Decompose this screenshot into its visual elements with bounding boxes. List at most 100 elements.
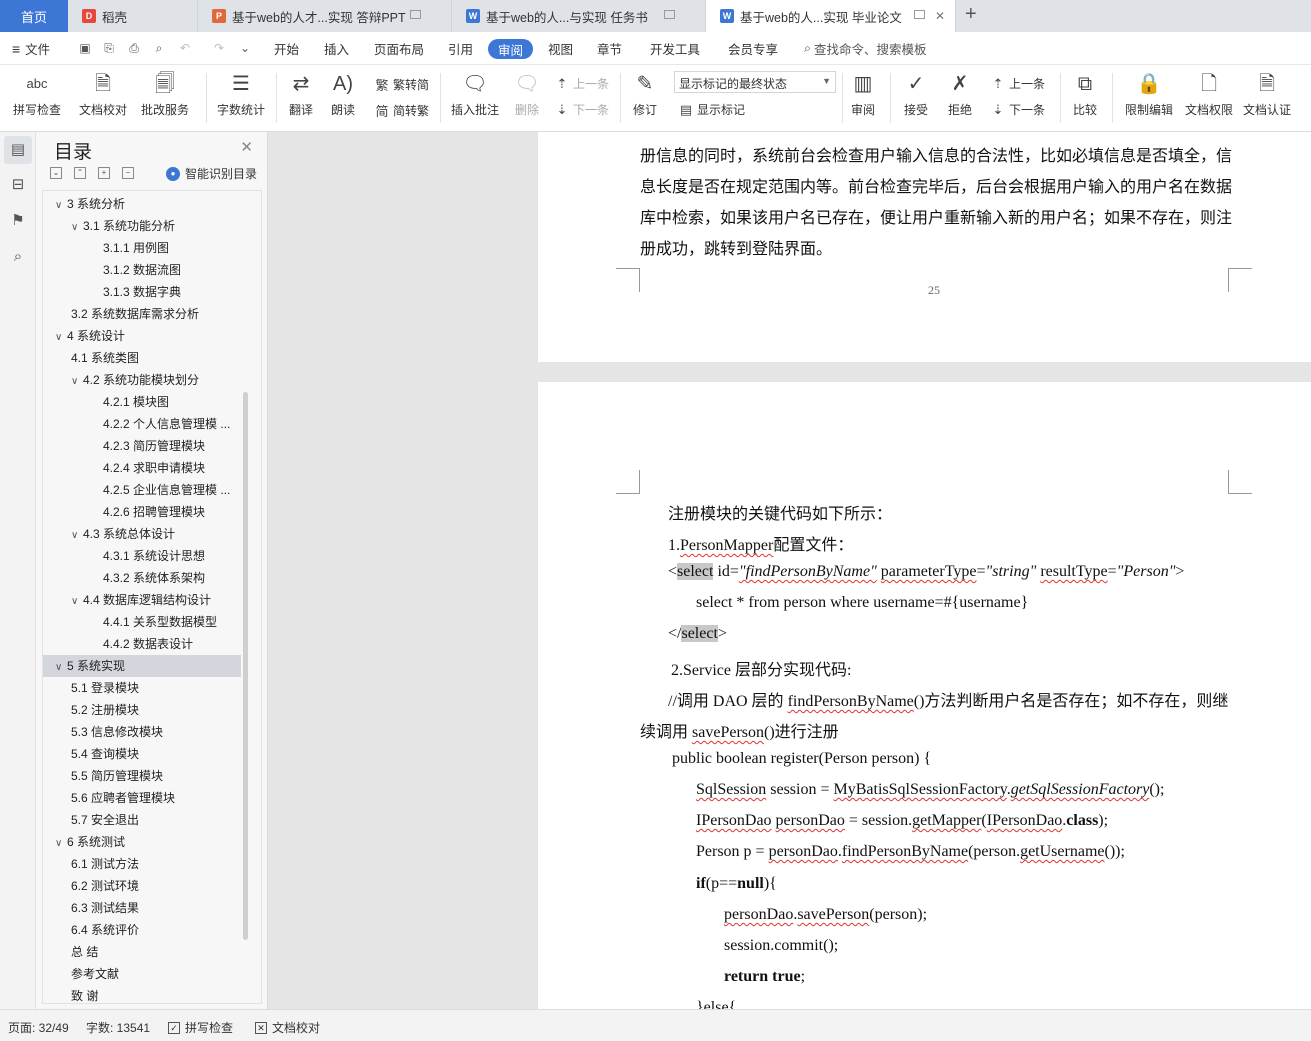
word-count-indicator[interactable]: 字数: 13541 <box>86 1019 150 1036</box>
search-icon[interactable]: ⌕ <box>9 248 27 266</box>
toc-item[interactable]: ∨ 4.3 系统总体设计 <box>43 523 241 545</box>
bookmark-icon[interactable]: ⚑ <box>9 212 27 230</box>
command-search[interactable]: ⌕ 查找命令、搜索模板 <box>804 32 927 65</box>
toc-item[interactable]: 6.1 测试方法 <box>43 853 241 875</box>
toc-item[interactable]: 6.2 测试环境 <box>43 875 241 897</box>
chapter-icon[interactable]: ⊟ <box>9 176 27 194</box>
to-simplified-button[interactable]: 简 简转繁 <box>374 101 429 120</box>
customize-dropdown-icon[interactable]: ⌄ <box>238 41 252 55</box>
toc-item[interactable]: 3.2 系统数据库需求分析 <box>43 303 241 325</box>
undo-icon[interactable]: ↶ <box>178 41 192 55</box>
window-icon[interactable] <box>410 10 421 19</box>
chevron-down-icon[interactable]: ∨ <box>71 525 83 545</box>
tab-task[interactable]: W 基于web的人...与实现 任务书 <box>452 0 706 32</box>
toc-item[interactable]: 5.4 查询模块 <box>43 743 241 765</box>
toc-item[interactable]: 4.3.2 系统体系架构 <box>43 567 241 589</box>
chevron-down-icon[interactable]: ∨ <box>71 591 83 611</box>
toc-item[interactable]: 总 结 <box>43 941 241 963</box>
menu-view[interactable]: 视图 <box>548 32 573 65</box>
menu-dev-tools[interactable]: 开发工具 <box>650 32 700 65</box>
toc-item[interactable]: 4.3.1 系统设计思想 <box>43 545 241 567</box>
close-icon[interactable]: ✕ <box>240 138 253 156</box>
tab-ppt[interactable]: P 基于web的人才...实现 答辩PPT <box>198 0 452 32</box>
track-changes-button[interactable]: ✎ 修订 <box>626 71 664 118</box>
prev-change-button[interactable]: ⇡ 上一条 <box>990 75 1045 92</box>
spellcheck-status[interactable]: ✓ 拼写检查 <box>168 1019 233 1036</box>
toc-item[interactable]: 参考文献 <box>43 963 241 985</box>
insert-comment-button[interactable]: 🗨 插入批注 <box>448 71 502 118</box>
word-count-button[interactable]: ☰ 字数统计 <box>214 71 268 118</box>
toc-item[interactable]: 4.2.4 求职申请模块 <box>43 457 241 479</box>
read-aloud-button[interactable]: A) 朗读 <box>326 71 360 118</box>
toc-item[interactable]: ∨ 4.2 系统功能模块划分 <box>43 369 241 391</box>
toc-item[interactable]: ∨ 3.1 系统功能分析 <box>43 215 241 237</box>
chevron-down-icon[interactable]: ∨ <box>55 657 67 677</box>
next-comment-button[interactable]: ⇣ 下一条 <box>554 101 609 118</box>
chevron-down-icon[interactable]: ∨ <box>71 217 83 237</box>
menu-chapter[interactable]: 章节 <box>597 32 622 65</box>
toc-item[interactable]: 3.1.1 用例图 <box>43 237 241 259</box>
compare-button[interactable]: ⧉ 比较 <box>1066 71 1104 118</box>
toc-item[interactable]: 5.7 安全退出 <box>43 809 241 831</box>
toc-item[interactable]: ∨ 5 系统实现 <box>43 655 241 677</box>
menu-insert[interactable]: 插入 <box>324 32 349 65</box>
menu-review[interactable]: 审阅 <box>488 39 534 59</box>
toc-item[interactable]: 4.4.1 关系型数据模型 <box>43 611 241 633</box>
toc-item[interactable]: 5.2 注册模块 <box>43 699 241 721</box>
file-menu[interactable]: ≡ 文件 <box>12 32 50 65</box>
prev-comment-button[interactable]: ⇡ 上一条 <box>554 75 609 92</box>
toc-item[interactable]: 6.4 系统评价 <box>43 919 241 941</box>
toc-item[interactable]: 3.1.2 数据流图 <box>43 259 241 281</box>
toc-item[interactable]: ∨ 4.4 数据库逻辑结构设计 <box>43 589 241 611</box>
show-markup-button[interactable]: ▤ 显示标记 <box>678 101 745 118</box>
to-traditional-button[interactable]: 繁 繁转简 <box>374 75 429 94</box>
page-indicator[interactable]: 页面: 32/49 <box>8 1019 69 1036</box>
toc-item[interactable]: 5.5 简历管理模块 <box>43 765 241 787</box>
review-pane-button[interactable]: ▥ 审阅 <box>846 71 880 118</box>
toc-item[interactable]: 5.6 应聘者管理模块 <box>43 787 241 809</box>
toc-item[interactable]: ∨ 6 系统测试 <box>43 831 241 853</box>
chevron-down-icon[interactable]: ∨ <box>71 371 83 391</box>
export-icon[interactable]: ⎘ <box>102 41 116 55</box>
tab-home[interactable]: 首页 <box>0 0 68 32</box>
toc-item[interactable]: 6.3 测试结果 <box>43 897 241 919</box>
toc-item[interactable]: ∨ 4 系统设计 <box>43 325 241 347</box>
accept-button[interactable]: ✓ 接受 <box>898 71 934 118</box>
chevron-down-icon[interactable]: ∨ <box>55 833 67 853</box>
chevron-down-icon[interactable]: ∨ <box>55 195 67 215</box>
doc-cert-button[interactable]: 🗎 文档认证 <box>1240 71 1294 118</box>
toc-item[interactable]: 致 谢 <box>43 985 241 1003</box>
next-change-button[interactable]: ⇣ 下一条 <box>990 101 1045 118</box>
translate-button[interactable]: ⇄ 翻译 <box>282 71 320 118</box>
smart-toc-button[interactable]: ● 智能识别目录 <box>166 165 257 182</box>
doc-permission-button[interactable]: 🗋 文档权限 <box>1182 71 1236 118</box>
tab-daoke[interactable]: D 稻壳 <box>68 0 198 32</box>
toc-item[interactable]: 4.2.1 模块图 <box>43 391 241 413</box>
toc-item[interactable]: 4.2.3 简历管理模块 <box>43 435 241 457</box>
revise-service-button[interactable]: 🗐 批改服务 <box>136 71 194 118</box>
toc-item[interactable]: ∨ 3 系统分析 <box>43 193 241 215</box>
redo-icon[interactable]: ↷ <box>212 41 226 55</box>
toc-item[interactable]: 3.1.3 数据字典 <box>43 281 241 303</box>
toc-item[interactable]: 4.2.6 招聘管理模块 <box>43 501 241 523</box>
toc-item[interactable]: 5.1 登录模块 <box>43 677 241 699</box>
display-mode-select[interactable]: 显示标记的最终状态 ▼ <box>674 71 836 93</box>
expand-all-icon[interactable]: ⌃ <box>74 167 86 179</box>
toc-scrollbar[interactable] <box>243 392 248 940</box>
spellcheck-button[interactable]: abc 拼写检查 <box>8 71 66 118</box>
toc-item[interactable]: 4.4.2 数据表设计 <box>43 633 241 655</box>
print-icon[interactable]: ⎙ <box>127 41 141 55</box>
menu-start[interactable]: 开始 <box>274 32 299 65</box>
toc-item[interactable]: 4.2.2 个人信息管理模 ... <box>43 413 241 435</box>
add-level-icon[interactable]: + <box>98 167 110 179</box>
close-icon[interactable]: ✕ <box>935 9 945 23</box>
window-icon[interactable] <box>914 10 925 19</box>
menu-member[interactable]: 会员专享 <box>728 32 778 65</box>
save-icon[interactable]: ▣ <box>78 41 92 55</box>
toc-icon[interactable]: ▤ <box>4 136 32 164</box>
toc-item[interactable]: 5.3 信息修改模块 <box>43 721 241 743</box>
tab-thesis[interactable]: W 基于web的人...实现 毕业论文 ✕ <box>706 0 956 32</box>
reject-button[interactable]: ✗ 拒绝 <box>942 71 978 118</box>
doc-check-button[interactable]: 🗎 文档校对 <box>76 71 130 118</box>
collapse-all-icon[interactable]: ⌄ <box>50 167 62 179</box>
